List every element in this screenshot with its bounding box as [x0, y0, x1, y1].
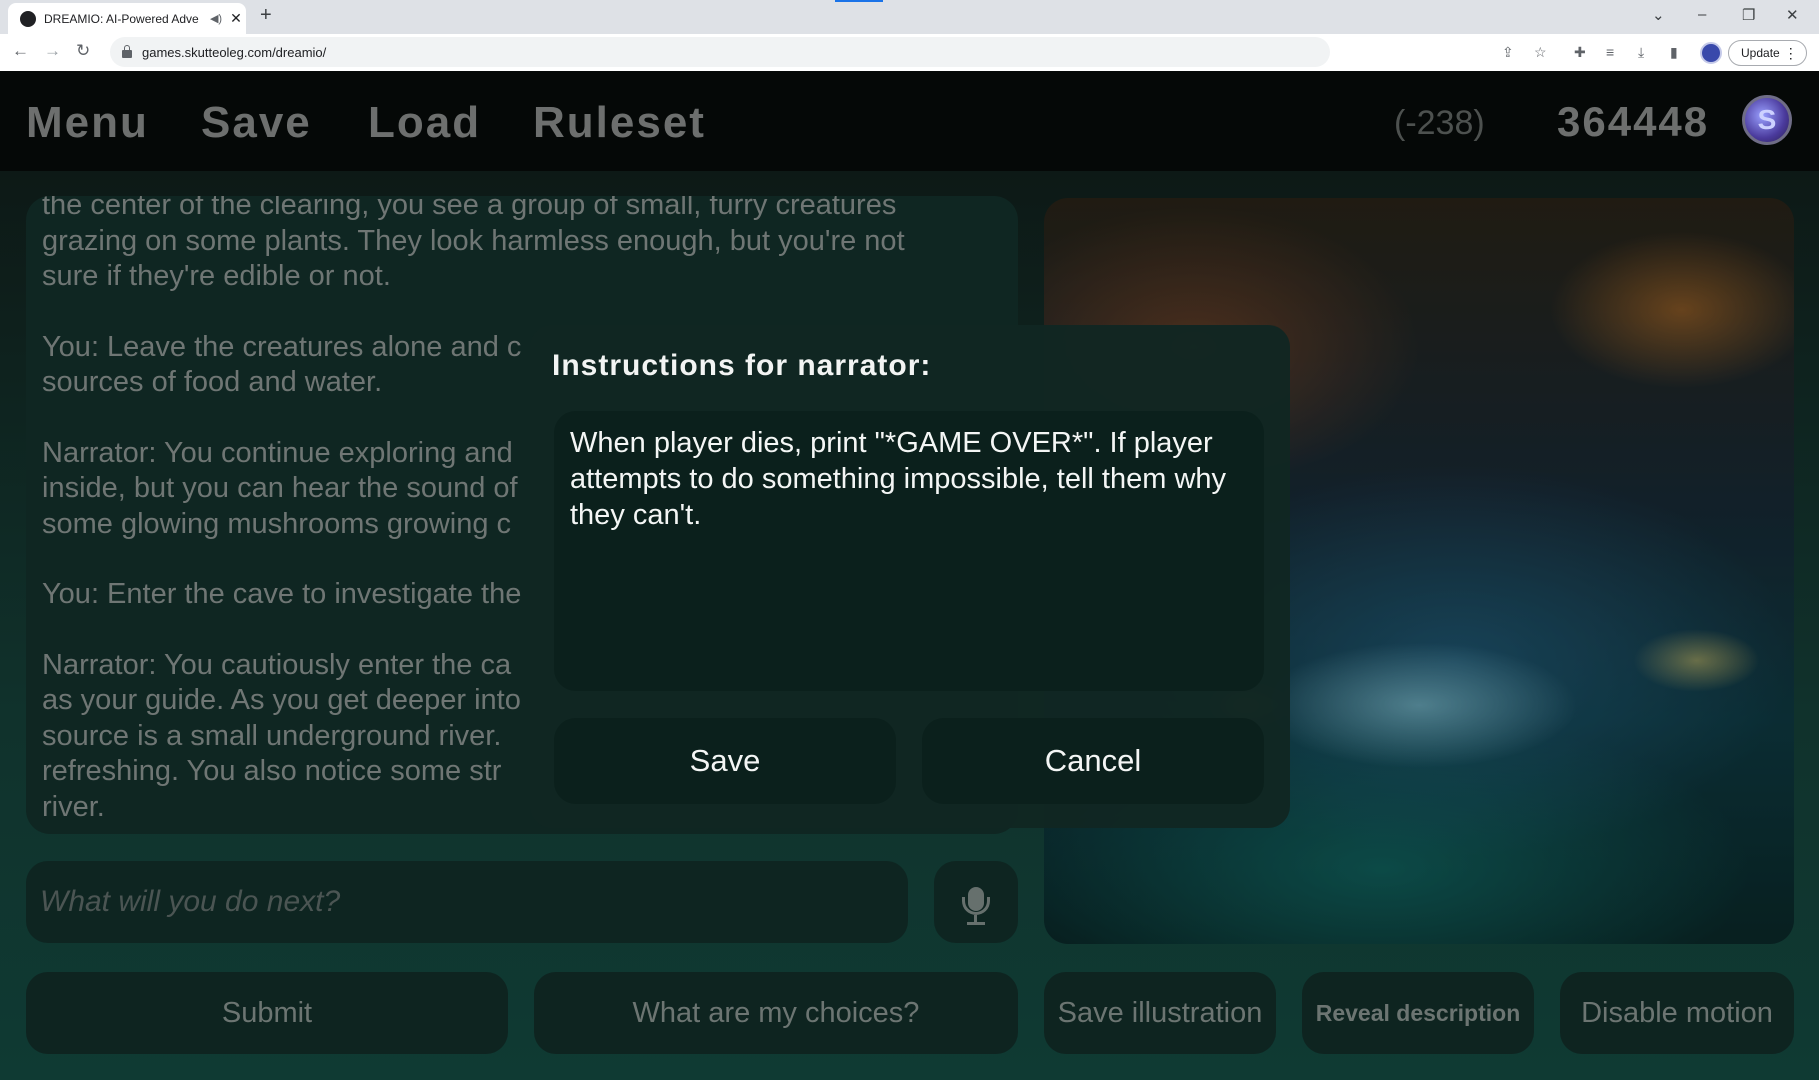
- profile-avatar-icon[interactable]: [1700, 42, 1722, 64]
- browser-tab-title: DREAMIO: AI-Powered Adve: [44, 11, 199, 26]
- save-illustration-button[interactable]: Save illustration: [1044, 972, 1276, 1054]
- download-icon[interactable]: ⤓: [1638, 44, 1644, 61]
- extensions-icon[interactable]: ✚: [1574, 44, 1586, 61]
- save-game-button[interactable]: Save: [201, 98, 312, 148]
- menu-button[interactable]: Menu: [26, 98, 149, 148]
- reveal-description-button[interactable]: Reveal description: [1302, 972, 1534, 1054]
- bookmark-star-icon[interactable]: ☆: [1534, 44, 1547, 61]
- tab-search-icon[interactable]: ⌄: [1652, 6, 1665, 24]
- narrator-instructions-textarea[interactable]: When player dies, print "*GAME OVER*". I…: [554, 411, 1264, 691]
- site-favicon-icon: [20, 10, 36, 27]
- dialog-title: Instructions for narrator:: [552, 349, 932, 382]
- choices-button[interactable]: What are my choices?: [534, 972, 1018, 1054]
- close-tab-icon[interactable]: ✕: [226, 10, 246, 27]
- action-input[interactable]: [26, 861, 908, 943]
- account-avatar-icon[interactable]: S: [1742, 95, 1792, 145]
- credit-total: 364448: [1557, 98, 1710, 145]
- back-icon[interactable]: ←: [12, 41, 29, 61]
- action-input-field[interactable]: [26, 861, 908, 943]
- close-window-icon[interactable]: ✕: [1786, 6, 1799, 24]
- disable-motion-button[interactable]: Disable motion: [1560, 972, 1794, 1054]
- browser-tab[interactable]: DREAMIO: AI-Powered Adve ◀) ✕: [8, 3, 246, 34]
- dialog-save-button[interactable]: Save: [554, 718, 896, 804]
- submit-button[interactable]: Submit: [26, 972, 508, 1054]
- lock-icon: [122, 45, 132, 58]
- forward-icon[interactable]: →: [44, 41, 61, 61]
- minimize-icon[interactable]: –: [1698, 6, 1706, 23]
- narrator-instructions-dialog: Instructions for narrator: When player d…: [530, 325, 1290, 828]
- more-menu-icon: ⋮: [1783, 45, 1798, 61]
- load-game-button[interactable]: Load: [368, 98, 481, 148]
- side-panel-icon[interactable]: ▮: [1670, 44, 1678, 61]
- update-button-label: Update: [1741, 46, 1780, 60]
- restore-icon[interactable]: ❐: [1742, 6, 1755, 24]
- audio-playing-icon[interactable]: ◀): [206, 12, 226, 25]
- credit-delta: (-238): [1394, 104, 1485, 142]
- new-tab-icon[interactable]: +: [260, 4, 272, 27]
- browser-toolbar: ← → ↻ games.skutteoleg.com/dreamio/ ⇪ ☆ …: [0, 34, 1819, 72]
- story-paragraph: the center of the clearing, you see a gr…: [42, 196, 913, 292]
- tab-activity-indicator: [835, 0, 883, 2]
- address-bar[interactable]: games.skutteoleg.com/dreamio/: [110, 37, 1330, 67]
- ruleset-button[interactable]: Ruleset: [533, 98, 706, 148]
- url-text: games.skutteoleg.com/dreamio/: [142, 44, 327, 60]
- microphone-button[interactable]: [934, 861, 1018, 943]
- reload-icon[interactable]: ↻: [76, 41, 90, 61]
- browser-tab-strip: DREAMIO: AI-Powered Adve ◀) ✕ + ⌄ – ❐ ✕: [0, 0, 1819, 34]
- app-header: Menu Save Load Ruleset (-238) 364448 S: [0, 71, 1819, 171]
- share-icon[interactable]: ⇪: [1502, 44, 1514, 61]
- dialog-cancel-button[interactable]: Cancel: [922, 718, 1264, 804]
- reading-list-icon[interactable]: ≡: [1606, 44, 1614, 60]
- update-button[interactable]: Update ⋮: [1728, 40, 1807, 66]
